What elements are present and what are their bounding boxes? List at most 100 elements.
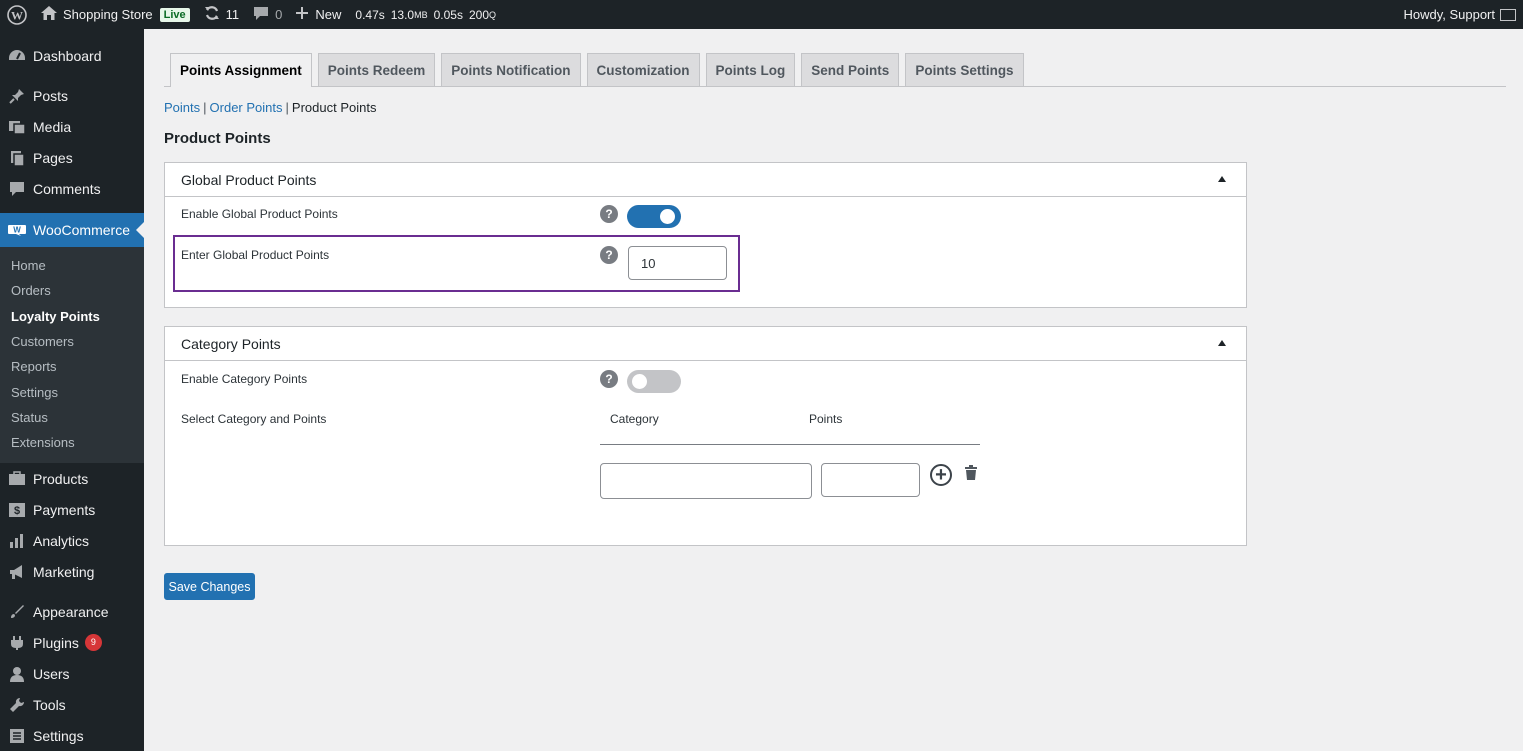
woocommerce-submenu: Home Orders Loyalty Points Customers Rep… (0, 247, 144, 464)
menu-comments[interactable]: Comments (0, 173, 144, 204)
collapse-arrow-icon[interactable] (1218, 176, 1226, 182)
plugin-updates-badge: 9 (84, 634, 102, 652)
perf-queries: 200 (468, 7, 489, 22)
menu-pages[interactable]: Pages (0, 142, 144, 173)
menu-label: Dashboard (33, 47, 102, 64)
tab-send-points[interactable]: Send Points (801, 53, 900, 86)
menu-appearance[interactable]: Appearance (0, 596, 144, 627)
updates-link[interactable]: 11 (197, 0, 247, 29)
products-icon (7, 469, 27, 489)
toggle-knob (632, 374, 647, 389)
menu-marketing[interactable]: Marketing (0, 556, 144, 587)
settings-tabs: Points Assignment Points Redeem Points N… (164, 53, 1506, 87)
global-points-input[interactable]: 10 (628, 246, 727, 280)
enable-category-points-toggle[interactable] (627, 370, 681, 393)
global-points-label: Enter Global Product Points (181, 248, 330, 262)
menu-media[interactable]: Media (0, 111, 144, 142)
category-select-input[interactable] (600, 463, 812, 499)
submenu-settings[interactable]: Settings (0, 379, 144, 404)
account-menu[interactable]: Howdy, Support (1396, 0, 1523, 29)
menu-tools[interactable]: Tools (0, 689, 144, 720)
menu-analytics[interactable]: Analytics (0, 525, 144, 556)
menu-label: Posts (33, 87, 69, 104)
tab-customization[interactable]: Customization (586, 53, 700, 86)
menu-posts[interactable]: Posts (0, 80, 144, 111)
wordpress-logo-icon[interactable]: W (0, 0, 34, 29)
menu-label: Appearance (33, 603, 109, 620)
comment-bubble-icon (253, 6, 269, 24)
svg-text:W: W (11, 8, 23, 22)
menu-label: Marketing (33, 563, 95, 580)
comments-link[interactable]: 0 (246, 0, 289, 29)
menu-label: Analytics (33, 532, 90, 549)
menu-label: Pages (33, 149, 73, 166)
menu-payments[interactable]: $ Payments (0, 494, 144, 525)
comments-icon (7, 179, 27, 199)
breadcrumb-points-link[interactable]: Points (164, 100, 200, 115)
tab-points-settings[interactable]: Points Settings (905, 53, 1024, 86)
select-category-label: Select Category and Points (181, 412, 327, 426)
menu-plugins[interactable]: Plugins 9 (0, 627, 144, 658)
page-title: Product Points (164, 130, 271, 147)
perf-time: 0.47s (355, 7, 385, 22)
query-monitor-link[interactable]: 0.47s 13.0 MB 0.05s 200 Q (348, 0, 503, 29)
submenu-customers[interactable]: Customers (0, 329, 144, 354)
global-panel-header[interactable]: Global Product Points (165, 163, 1246, 197)
menu-products[interactable]: Products (0, 463, 144, 494)
help-icon[interactable]: ? (600, 370, 618, 388)
global-panel-title: Global Product Points (181, 171, 317, 188)
menu-label: Media (33, 118, 72, 135)
media-icon (7, 117, 27, 137)
tab-points-redeem[interactable]: Points Redeem (317, 53, 436, 86)
tab-points-assignment[interactable]: Points Assignment (170, 53, 312, 87)
enable-global-points-toggle[interactable] (627, 205, 681, 228)
submenu-loyalty-points[interactable]: Loyalty Points (0, 304, 144, 329)
category-points-input[interactable] (821, 463, 920, 497)
enable-global-points-label: Enable Global Product Points (181, 207, 338, 221)
add-row-icon[interactable]: + (930, 464, 952, 486)
submenu-reports[interactable]: Reports (0, 354, 144, 379)
menu-users[interactable]: Users (0, 658, 144, 689)
toggle-knob (660, 209, 675, 224)
submenu-extensions[interactable]: Extensions (0, 430, 144, 455)
save-changes-button[interactable]: Save Changes (164, 573, 255, 600)
menu-settings[interactable]: Settings (0, 720, 144, 751)
howdy-text: Howdy, Support (1403, 7, 1495, 22)
category-panel-title: Category Points (181, 335, 281, 352)
table-header-divider (600, 444, 980, 445)
tab-points-log[interactable]: Points Log (705, 53, 796, 86)
breadcrumb-separator: | (203, 100, 207, 115)
menu-label: Users (33, 665, 70, 682)
live-badge: Live (159, 7, 190, 22)
help-icon[interactable]: ? (600, 205, 618, 223)
perf-mem-unit: MB (414, 9, 428, 20)
new-content-link[interactable]: New (289, 0, 348, 29)
home-icon (41, 6, 57, 23)
trash-icon[interactable] (964, 465, 978, 483)
submenu-status[interactable]: Status (0, 405, 144, 430)
dashboard-icon (7, 46, 27, 66)
svg-text:W: W (13, 226, 21, 235)
collapse-arrow-icon[interactable] (1218, 340, 1226, 346)
site-name-link[interactable]: Shopping Store Live (34, 0, 197, 29)
site-name: Shopping Store (63, 7, 153, 22)
category-panel-header[interactable]: Category Points (165, 327, 1246, 361)
plus-icon (296, 7, 309, 22)
help-icon[interactable]: ? (600, 246, 618, 264)
avatar (1500, 8, 1516, 21)
menu-label: Plugins (33, 634, 79, 651)
menu-dashboard[interactable]: Dashboard (0, 40, 144, 71)
comments-count: 0 (275, 7, 283, 22)
breadcrumb: Points | Order Points | Product Points (164, 100, 376, 115)
updates-count: 11 (225, 7, 240, 22)
tab-points-notification[interactable]: Points Notification (441, 53, 581, 86)
breadcrumb-order-points-link[interactable]: Order Points (210, 100, 283, 115)
admin-sidebar: Dashboard Posts Media Pages Comments W W… (0, 29, 144, 751)
menu-woocommerce[interactable]: W WooCommerce (0, 213, 144, 247)
perf-queries-unit: Q (489, 9, 497, 20)
submenu-home[interactable]: Home (0, 253, 144, 278)
submenu-orders[interactable]: Orders (0, 278, 144, 303)
woocommerce-icon: W (7, 220, 27, 240)
payments-icon: $ (7, 500, 27, 520)
analytics-icon (7, 531, 27, 551)
